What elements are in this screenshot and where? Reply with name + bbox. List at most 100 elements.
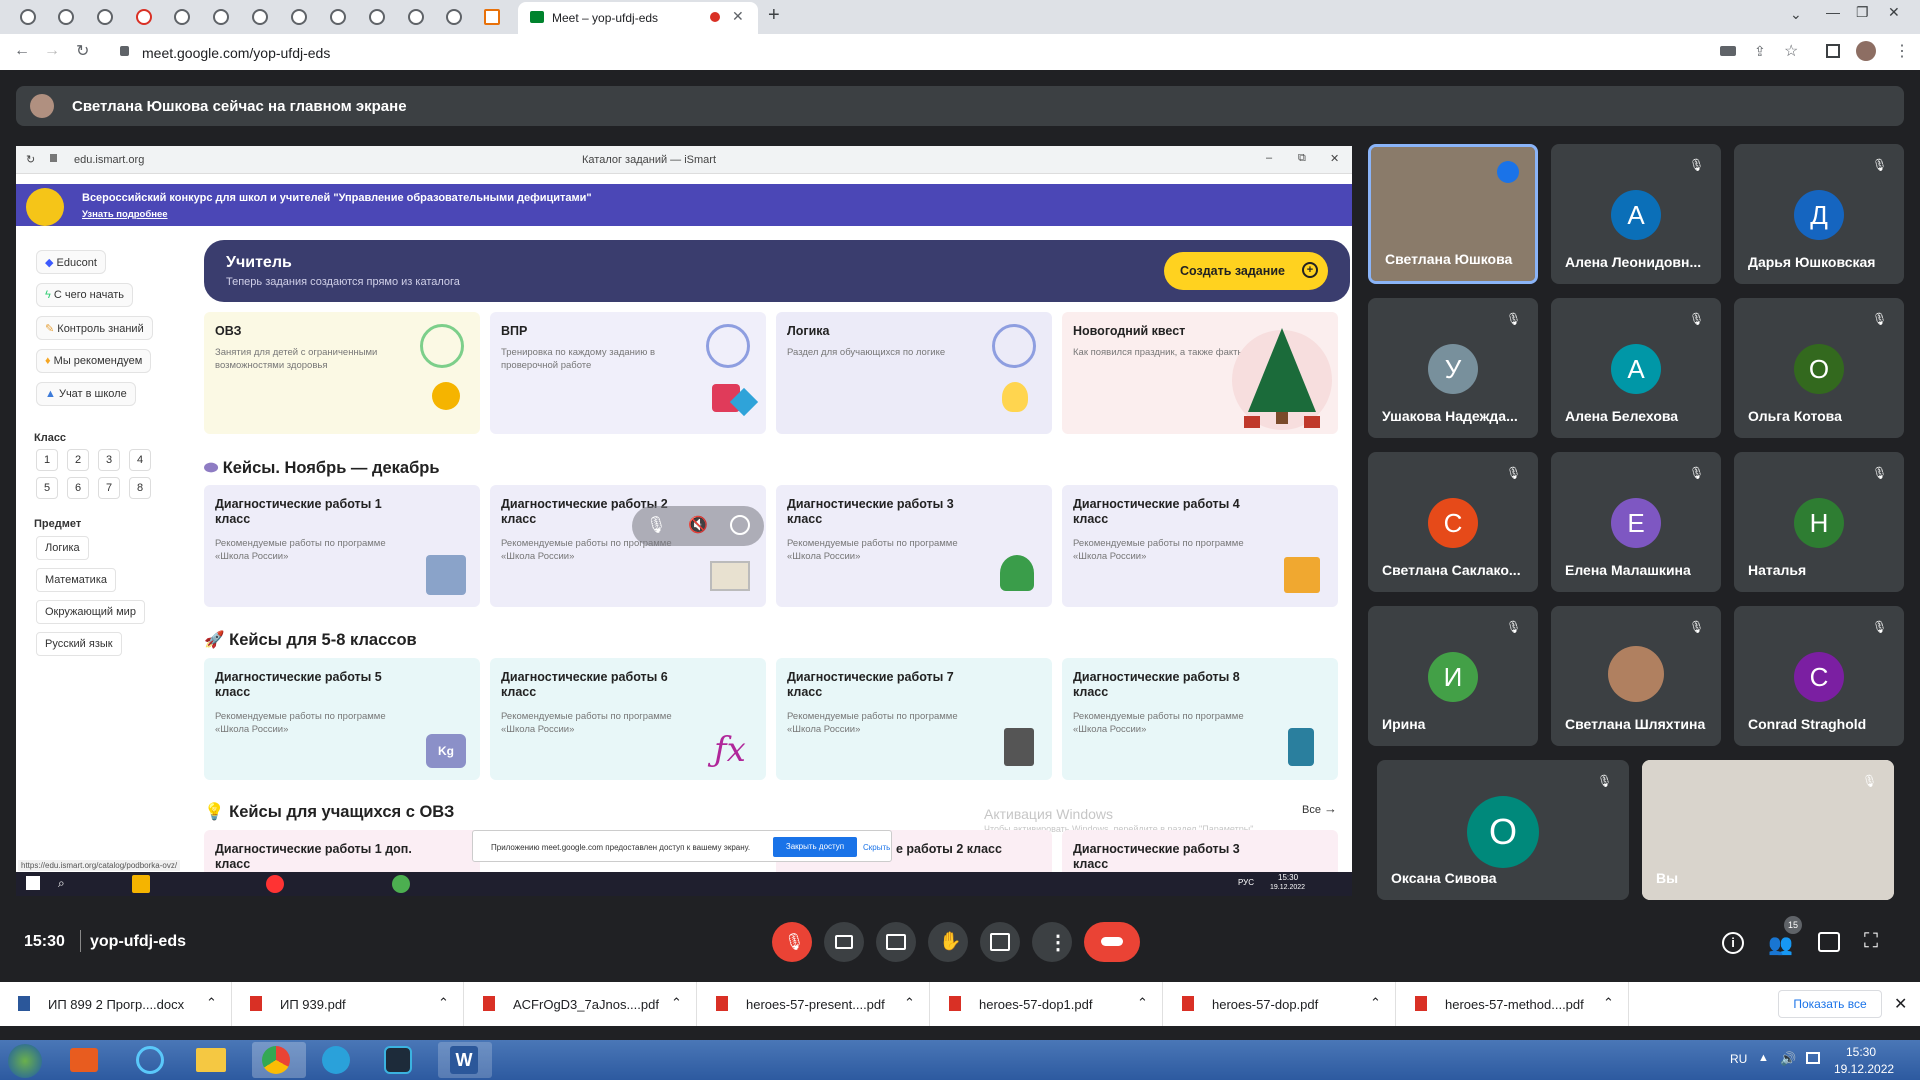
- tab-icon[interactable]: [369, 9, 385, 25]
- chevron-up-icon[interactable]: ⌃: [904, 995, 915, 1011]
- tab-icon[interactable]: [58, 9, 74, 25]
- tray-arrow-icon[interactable]: ▲: [1758, 1052, 1769, 1064]
- clock-time[interactable]: 15:30: [1846, 1045, 1876, 1059]
- tab-icon[interactable]: [252, 9, 268, 25]
- internet-explorer-icon[interactable]: [136, 1046, 164, 1074]
- participant-tile[interactable]: А Алена Белехова 🎙: [1551, 298, 1721, 438]
- participant-tile[interactable]: У Ушакова Надежда... 🎙: [1368, 298, 1538, 438]
- download-item[interactable]: ИП 939.pdf ⌃: [232, 982, 464, 1026]
- chevron-up-icon[interactable]: ⌃: [206, 995, 217, 1011]
- gmail-tab-icon[interactable]: [136, 9, 152, 25]
- leave-call-button[interactable]: [1084, 922, 1140, 962]
- captions-button[interactable]: [876, 922, 916, 962]
- share-notice-text: Приложению meet.google.com предоставлен …: [491, 843, 751, 852]
- participant-tile[interactable]: Светлана Юшкова: [1368, 144, 1538, 284]
- close-tab-icon[interactable]: ✕: [732, 8, 744, 25]
- participant-tile[interactable]: C Conrad Straghold 🎙: [1734, 606, 1904, 746]
- tab-icon[interactable]: [408, 9, 424, 25]
- download-item[interactable]: heroes-57-dop.pdf ⌃: [1164, 982, 1396, 1026]
- card-desc: Рекомендуемые работы по программе «Школа…: [787, 711, 958, 735]
- restore-icon[interactable]: ❐: [1856, 4, 1869, 21]
- participant-tile[interactable]: И Ирина 🎙: [1368, 606, 1538, 746]
- windows-watermark: Активация Windows: [984, 806, 1114, 822]
- file-explorer-icon[interactable]: [196, 1048, 226, 1072]
- close-downloads-icon[interactable]: ✕: [1894, 994, 1907, 1014]
- participant-tile[interactable]: С Светлана Саклако... 🎙: [1368, 452, 1538, 592]
- chevron-up-icon[interactable]: ⌃: [1603, 995, 1614, 1011]
- side-panel-icon[interactable]: [1826, 44, 1840, 58]
- mic-toggle-button[interactable]: 🎙: [772, 922, 812, 962]
- telegram-icon[interactable]: [322, 1046, 350, 1074]
- participant-tile[interactable]: Вы 🎙: [1642, 760, 1894, 900]
- mic-muted-icon: 🎙: [1872, 312, 1888, 326]
- participant-tile[interactable]: А Алена Леонидовн... 🎙: [1551, 144, 1721, 284]
- profile-avatar[interactable]: [1856, 41, 1876, 61]
- meet-favicon-icon: [530, 11, 544, 23]
- download-item[interactable]: heroes-57-dop1.pdf ⌃: [931, 982, 1163, 1026]
- download-item[interactable]: ИП 899 2 Прогр....docx ⌃: [0, 982, 232, 1026]
- chevron-up-icon[interactable]: ⌃: [671, 995, 682, 1011]
- back-icon[interactable]: ←: [14, 42, 30, 60]
- network-icon[interactable]: [1806, 1052, 1820, 1064]
- chevron-up-icon[interactable]: ⌃: [1137, 995, 1148, 1011]
- language-indicator[interactable]: RU: [1730, 1052, 1747, 1066]
- participant-name: Ирина: [1382, 716, 1426, 732]
- windows-start-button[interactable]: [8, 1044, 42, 1078]
- reload-icon[interactable]: ↻: [76, 41, 89, 61]
- download-item[interactable]: heroes-57-present....pdf ⌃: [698, 982, 930, 1026]
- tab-icon[interactable]: [291, 9, 307, 25]
- participant-tile[interactable]: О Оксана Сивова 🎙: [1377, 760, 1629, 900]
- raise-hand-button[interactable]: ✋: [928, 922, 968, 962]
- close-window-icon[interactable]: ✕: [1888, 4, 1900, 21]
- tab-icon[interactable]: [330, 9, 346, 25]
- menu-kebab-icon[interactable]: ⋮: [1894, 41, 1910, 61]
- microscope-icon: [1288, 728, 1314, 766]
- clock-date[interactable]: 19.12.2022: [1834, 1062, 1894, 1076]
- info-icon[interactable]: i: [1722, 932, 1744, 954]
- volume-icon[interactable]: 🔊: [1780, 1051, 1796, 1067]
- more-options-button[interactable]: ⋮: [1032, 922, 1072, 962]
- chevron-up-icon[interactable]: ⌃: [1370, 995, 1381, 1011]
- side-item-school: ▲ Учат в школе: [36, 382, 136, 406]
- media-player-icon[interactable]: [70, 1048, 98, 1072]
- participant-tile[interactable]: О Ольга Котова 🎙: [1734, 298, 1904, 438]
- bookmark-star-icon[interactable]: ☆: [1784, 41, 1798, 61]
- tab-icon[interactable]: [484, 9, 500, 25]
- new-tab-icon[interactable]: +: [768, 4, 780, 27]
- chevron-up-icon[interactable]: ⌃: [438, 995, 449, 1011]
- download-item[interactable]: ACFrOgD3_7aJnos....pdf ⌃: [465, 982, 697, 1026]
- participant-avatar: Е: [1611, 498, 1661, 548]
- active-tab-meet[interactable]: Meet – yop-ufdj-eds ✕: [518, 2, 758, 34]
- tab-icon[interactable]: [174, 9, 190, 25]
- hero-title: Учитель: [226, 254, 292, 271]
- forward-icon[interactable]: →: [44, 42, 60, 60]
- activities-icon[interactable]: ⛶: [1864, 930, 1878, 953]
- participant-tile[interactable]: Н Наталья 🎙: [1734, 452, 1904, 592]
- tab-icon[interactable]: [97, 9, 113, 25]
- inner-taskbar: ⌕ РУС 15:30 19.12.2022: [16, 872, 1352, 896]
- chat-icon[interactable]: [1818, 932, 1840, 952]
- share-icon[interactable]: ⇪: [1754, 43, 1766, 60]
- address-bar-row: ← → ↻ meet.google.com/yop-ufdj-eds ⇪ ☆ ⋮: [0, 34, 1920, 70]
- show-all-downloads-button[interactable]: Показать все: [1778, 990, 1882, 1018]
- presenter-avatar: [30, 94, 54, 118]
- tab-search-icon[interactable]: ⌄: [1790, 6, 1802, 23]
- download-item[interactable]: heroes-57-method....pdf ⌃: [1397, 982, 1629, 1026]
- present-button[interactable]: [980, 922, 1020, 962]
- participant-avatar: А: [1611, 344, 1661, 394]
- windows-start-icon: [26, 876, 40, 890]
- tab-icon[interactable]: [213, 9, 229, 25]
- pdf-file-icon: [949, 996, 961, 1011]
- participant-tile[interactable]: Светлана Шляхтина 🎙: [1551, 606, 1721, 746]
- tab-icon[interactable]: [446, 9, 462, 25]
- camera-app-icon[interactable]: [384, 1046, 412, 1074]
- camera-indicator-icon[interactable]: [1720, 46, 1736, 56]
- minimize-icon[interactable]: —: [1826, 4, 1840, 20]
- card-desc: Рекомендуемые работы по программе «Школа…: [215, 538, 386, 562]
- url-field[interactable]: meet.google.com/yop-ufdj-eds: [142, 45, 330, 61]
- participant-tile[interactable]: Е Елена Малашкина 🎙: [1551, 452, 1721, 592]
- camera-toggle-button[interactable]: [824, 922, 864, 962]
- people-icon[interactable]: 👥: [1768, 932, 1793, 957]
- tab-icon[interactable]: [20, 9, 36, 25]
- participant-tile[interactable]: Д Дарья Юшковская 🎙: [1734, 144, 1904, 284]
